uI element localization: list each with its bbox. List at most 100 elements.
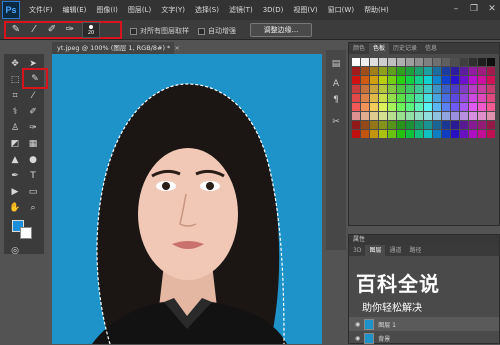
menu-select[interactable]: 选择(S) xyxy=(190,0,224,20)
menu-help[interactable]: 帮助(H) xyxy=(359,0,394,20)
paragraph-icon[interactable]: ¶ xyxy=(330,94,342,106)
shape-tool-icon[interactable]: ▭ xyxy=(26,186,40,198)
restore-icon[interactable]: ❐ xyxy=(468,3,480,15)
color-swatch[interactable] xyxy=(406,130,414,138)
color-swatch[interactable] xyxy=(442,76,450,84)
color-swatch[interactable] xyxy=(406,94,414,102)
zoom-tool-icon[interactable]: ⌕ xyxy=(26,202,40,214)
hand-tool-icon[interactable]: ✋ xyxy=(8,202,22,214)
auto-enhance-checkbox[interactable] xyxy=(198,27,205,35)
color-swatch[interactable] xyxy=(442,103,450,111)
document-tab-close-icon[interactable]: × xyxy=(174,44,179,52)
layer-row[interactable]: ◉ 图层 1 xyxy=(349,317,499,331)
menu-view[interactable]: 视图(V) xyxy=(288,0,322,20)
color-swatch[interactable] xyxy=(424,130,432,138)
color-swatch[interactable] xyxy=(370,67,378,75)
color-swatch[interactable] xyxy=(487,94,495,102)
color-swatch[interactable] xyxy=(406,76,414,84)
marquee-tool-icon[interactable]: ⬚ xyxy=(8,74,22,86)
color-swatch[interactable] xyxy=(433,85,441,93)
auto-enhance-option[interactable]: 自动增强 xyxy=(198,26,236,36)
color-swatch[interactable] xyxy=(424,67,432,75)
color-swatch[interactable] xyxy=(460,76,468,84)
color-swatch[interactable] xyxy=(379,85,387,93)
color-swatch[interactable] xyxy=(442,112,450,120)
quick-selection-tool-icon[interactable]: ✎ xyxy=(10,24,22,36)
type-tool-icon[interactable]: T xyxy=(26,170,40,182)
color-swatch[interactable] xyxy=(424,94,432,102)
color-swatch[interactable] xyxy=(352,103,360,111)
color-swatch[interactable] xyxy=(478,67,486,75)
color-swatch[interactable] xyxy=(451,94,459,102)
color-swatch[interactable] xyxy=(433,76,441,84)
color-swatch[interactable] xyxy=(415,112,423,120)
color-swatch[interactable] xyxy=(415,121,423,129)
color-swatch[interactable] xyxy=(451,85,459,93)
color-swatch[interactable] xyxy=(415,67,423,75)
color-swatch[interactable] xyxy=(478,103,486,111)
color-swatch[interactable] xyxy=(460,85,468,93)
pen-tool-icon[interactable]: ✒ xyxy=(8,170,22,182)
color-swatch[interactable] xyxy=(469,112,477,120)
layer-row[interactable]: ◉ 背景 xyxy=(349,331,499,345)
color-swatch[interactable] xyxy=(415,94,423,102)
history-brush-tool-icon[interactable]: ✑ xyxy=(26,122,40,134)
color-swatch[interactable] xyxy=(487,85,495,93)
color-swatch[interactable] xyxy=(361,85,369,93)
color-swatch[interactable] xyxy=(469,130,477,138)
menu-edit[interactable]: 编辑(E) xyxy=(58,0,92,20)
color-swatch[interactable] xyxy=(379,112,387,120)
clone-stamp-tool-icon[interactable]: ♙ xyxy=(8,122,22,134)
color-swatch[interactable] xyxy=(397,76,405,84)
color-swatch[interactable] xyxy=(424,103,432,111)
color-swatch[interactable] xyxy=(397,85,405,93)
tab-layers[interactable]: 图层 xyxy=(365,245,386,256)
menu-file[interactable]: 文件(F) xyxy=(24,0,58,20)
color-swatch[interactable] xyxy=(424,112,432,120)
color-swatch[interactable] xyxy=(478,94,486,102)
color-swatch[interactable] xyxy=(370,94,378,102)
color-swatch[interactable] xyxy=(397,112,405,120)
color-swatch[interactable] xyxy=(478,58,486,66)
color-swatch[interactable] xyxy=(388,112,396,120)
color-swatch[interactable] xyxy=(478,85,486,93)
color-swatch[interactable] xyxy=(460,112,468,120)
color-swatch[interactable] xyxy=(379,58,387,66)
color-swatch[interactable] xyxy=(379,121,387,129)
color-swatch[interactable] xyxy=(415,103,423,111)
color-swatch[interactable] xyxy=(397,103,405,111)
color-swatch[interactable] xyxy=(415,130,423,138)
color-swatch[interactable] xyxy=(388,67,396,75)
color-swatch[interactable] xyxy=(469,58,477,66)
sample-all-layers-option[interactable]: 对所有图层取样 xyxy=(130,26,189,36)
layers-comp-icon[interactable]: ▤ xyxy=(330,58,342,70)
color-swatch[interactable] xyxy=(442,67,450,75)
color-swatch[interactable] xyxy=(478,121,486,129)
crop-tool-icon[interactable]: ⌗ xyxy=(8,90,22,102)
menu-type[interactable]: 文字(Y) xyxy=(156,0,190,20)
color-swatch[interactable] xyxy=(487,103,495,111)
color-swatch[interactable] xyxy=(352,130,360,138)
eyedropper-tool-icon[interactable]: ⁄ xyxy=(26,90,40,102)
color-swatch[interactable] xyxy=(469,76,477,84)
color-swatch[interactable] xyxy=(379,94,387,102)
color-swatch[interactable] xyxy=(370,121,378,129)
menu-3d[interactable]: 3D(D) xyxy=(258,0,289,20)
document-tab[interactable]: yt.jpeg @ 100% (图层 1, RGB/8#) * × xyxy=(52,42,180,54)
color-swatch[interactable] xyxy=(433,121,441,129)
color-swatch[interactable] xyxy=(415,76,423,84)
color-swatch[interactable] xyxy=(361,67,369,75)
color-swatch[interactable] xyxy=(451,103,459,111)
color-swatch[interactable] xyxy=(442,94,450,102)
color-swatch[interactable] xyxy=(451,130,459,138)
color-swatch[interactable] xyxy=(370,58,378,66)
color-swatch[interactable] xyxy=(487,58,495,66)
color-swatch[interactable] xyxy=(397,130,405,138)
color-swatch[interactable] xyxy=(397,58,405,66)
visibility-eye-icon[interactable]: ◉ xyxy=(355,321,360,328)
color-swatch[interactable] xyxy=(460,103,468,111)
color-swatch[interactable] xyxy=(397,94,405,102)
color-swatch[interactable] xyxy=(460,67,468,75)
color-swatch[interactable] xyxy=(397,121,405,129)
color-swatch[interactable] xyxy=(478,112,486,120)
